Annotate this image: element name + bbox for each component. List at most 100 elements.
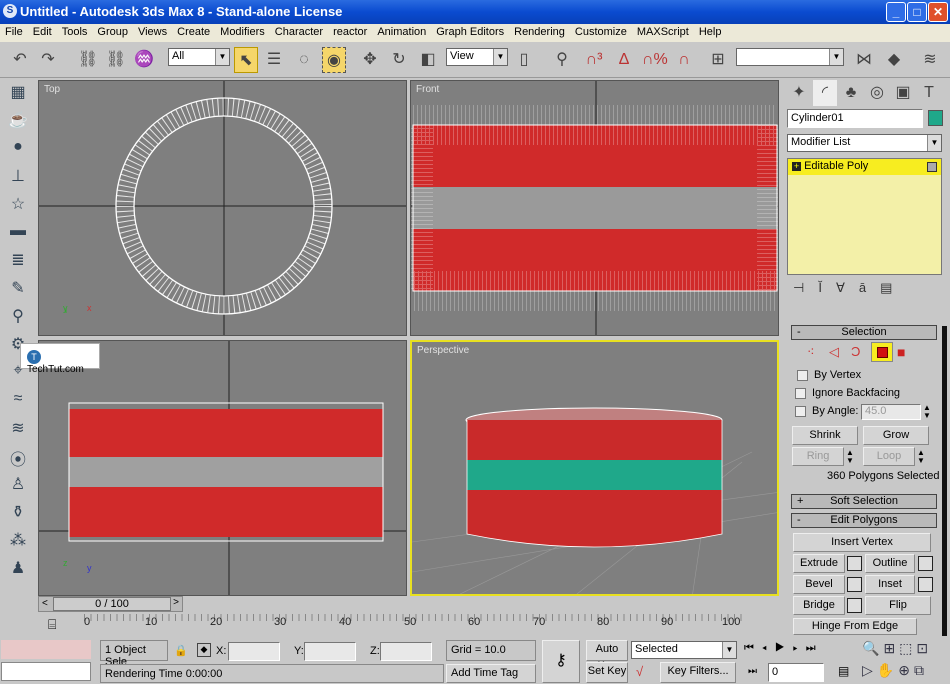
manipulate-icon[interactable]: ⚲ <box>550 47 574 73</box>
object-color-swatch[interactable] <box>928 110 943 126</box>
absolute-mode-icon[interactable]: ◆ <box>197 643 211 657</box>
configure-sets-icon[interactable]: ▤ <box>880 280 906 295</box>
pan-icon[interactable]: ✋ <box>877 662 898 678</box>
spacewarp-icon[interactable]: ≈ <box>4 390 32 416</box>
material-icon[interactable]: ▬ <box>4 222 32 248</box>
viewport-left[interactable]: zy <box>38 340 407 596</box>
select-object-icon[interactable]: ⬉ <box>234 47 258 73</box>
teapot-icon[interactable]: ☕ <box>4 110 32 136</box>
arc-rotate-icon[interactable]: ⊕ <box>898 662 914 678</box>
set-key-icon[interactable]: ⚷ <box>542 640 580 683</box>
pin-stack-icon[interactable]: ⊣ <box>793 280 818 295</box>
curve-editor-icon[interactable]: ⌸ <box>48 616 56 633</box>
bevel-settings-icon[interactable] <box>847 577 862 592</box>
motion-tab-icon[interactable]: ◎ <box>865 80 889 106</box>
move-icon[interactable]: ✥ <box>358 47 382 73</box>
utilities-tab-icon[interactable]: T <box>917 80 941 106</box>
select-and-link-icon[interactable]: ⛓ <box>76 47 100 73</box>
ring-button[interactable]: Ring <box>792 447 844 466</box>
sphere-icon[interactable]: ● <box>4 138 32 164</box>
extrude-button[interactable]: Extrude <box>793 554 845 573</box>
loop-spinner[interactable]: ▲ ▼ <box>917 449 925 465</box>
border-level-icon[interactable]: Ɔ <box>851 344 860 359</box>
shrink-button[interactable]: Shrink <box>792 426 858 445</box>
outline-button[interactable]: Outline <box>865 554 915 573</box>
time-slider-next[interactable]: > <box>173 597 179 608</box>
spinner-snap-icon[interactable]: ∩ <box>672 47 696 73</box>
menu-rendering[interactable]: Rendering <box>509 24 570 42</box>
viewport-perspective[interactable]: Perspective <box>410 340 779 596</box>
previous-frame-icon[interactable]: ◂ <box>762 642 775 654</box>
vertex-level-icon[interactable]: ⁖ <box>807 344 815 360</box>
scale-icon[interactable]: ◧ <box>416 47 440 73</box>
maxscript-listener-pink[interactable] <box>1 640 91 659</box>
menu-tools[interactable]: Tools <box>57 24 93 42</box>
z-coordinate-input[interactable] <box>380 642 432 661</box>
menu-group[interactable]: Group <box>92 24 133 42</box>
window-crossing-icon[interactable]: ◉ <box>322 47 346 73</box>
inset-settings-icon[interactable] <box>918 577 933 592</box>
particles-icon[interactable]: ⁂ <box>4 530 32 556</box>
zoom-icon[interactable]: 🔍 <box>862 640 883 656</box>
key-filters-button[interactable]: Key Filters... <box>660 662 736 683</box>
modify-tab-icon[interactable]: ◜ <box>813 80 837 106</box>
make-unique-icon[interactable]: ∀ <box>836 280 859 295</box>
ring-spinner[interactable]: ▲ ▼ <box>846 449 854 465</box>
next-frame-icon[interactable]: ▸ <box>793 642 806 654</box>
set-key-button[interactable]: Set Key <box>586 662 628 683</box>
flip-button[interactable]: Flip <box>865 596 931 615</box>
align-icon[interactable]: ◆ <box>882 47 906 73</box>
by-angle-checkbox[interactable] <box>795 406 806 417</box>
ignore-backfacing-checkbox[interactable] <box>795 388 806 399</box>
menu-reactor[interactable]: reactor <box>328 24 372 42</box>
menu-customize[interactable]: Customize <box>570 24 632 42</box>
layer-manager-icon[interactable]: ≋ <box>918 47 942 73</box>
percent-snap-icon[interactable]: ∩% <box>642 47 668 73</box>
character-icon[interactable]: ♟ <box>4 558 32 584</box>
biped-icon[interactable]: ♙ <box>4 474 32 500</box>
stack-item-editable-poly[interactable]: + Editable Poly <box>788 159 941 175</box>
add-time-tag-button[interactable]: Add Time Tag <box>446 664 536 683</box>
bevel-button[interactable]: Bevel <box>793 575 845 594</box>
viewport-top[interactable]: yx Top <box>38 80 407 336</box>
time-slider-prev[interactable]: < <box>39 597 51 610</box>
current-frame-input[interactable]: 0 <box>768 663 824 682</box>
unlink-icon[interactable]: ⛓ <box>104 47 128 73</box>
zoom-extents-all-icon[interactable]: ⊡ <box>916 640 932 656</box>
rollout-soft-selection[interactable]: + Soft Selection <box>791 494 937 509</box>
zoom-extents-icon[interactable]: ⬚ <box>899 640 916 656</box>
named-selection-dropdown[interactable]: ▼ <box>736 48 844 66</box>
bone-icon[interactable]: ✎ <box>4 278 32 304</box>
menu-maxscript[interactable]: MAXScript <box>632 24 694 42</box>
stack-toggle-icon[interactable] <box>927 162 937 172</box>
menu-modifiers[interactable]: Modifiers <box>215 24 270 42</box>
menu-character[interactable]: Character <box>270 24 328 42</box>
time-configuration-icon[interactable]: ▤ <box>838 664 849 678</box>
minimize-button[interactable]: _ <box>886 2 906 22</box>
lock-icon[interactable]: 🔒 <box>174 644 188 657</box>
angle-spinner[interactable]: ▲ ▼ <box>923 404 931 420</box>
time-slider[interactable]: < 0 / 100 > <box>38 596 183 612</box>
star-icon[interactable]: ☆ <box>4 194 32 220</box>
edit-named-selections-icon[interactable]: ⊞ <box>706 47 730 73</box>
scene-icon[interactable]: ⚱ <box>4 502 32 528</box>
play-icon[interactable]: ▶ <box>775 642 793 654</box>
menu-create[interactable]: Create <box>172 24 215 42</box>
outline-settings-icon[interactable] <box>918 556 933 571</box>
angle-snap-icon[interactable]: ∆ <box>612 47 636 73</box>
grow-button[interactable]: Grow <box>863 426 929 445</box>
inset-button[interactable]: Inset <box>865 575 915 594</box>
maximize-viewport-icon[interactable]: ⧉ <box>914 662 928 678</box>
helper-icon[interactable]: ⚲ <box>4 306 32 332</box>
go-to-start-icon[interactable]: ⏮ <box>744 642 762 654</box>
angle-input[interactable]: 45.0 <box>861 404 921 420</box>
redo-icon[interactable]: ↷ <box>36 47 60 73</box>
menu-help[interactable]: Help <box>694 24 727 42</box>
select-by-name-icon[interactable]: ☰ <box>262 47 286 73</box>
reactor-icon[interactable]: ⦿ <box>4 446 32 472</box>
insert-vertex-button[interactable]: Insert Vertex <box>793 533 931 552</box>
pivot-center-icon[interactable]: ▯ <box>512 47 536 73</box>
close-button[interactable]: ✕ <box>928 2 948 22</box>
extrude-settings-icon[interactable] <box>847 556 862 571</box>
zoom-all-icon[interactable]: ⊞ <box>883 640 899 656</box>
